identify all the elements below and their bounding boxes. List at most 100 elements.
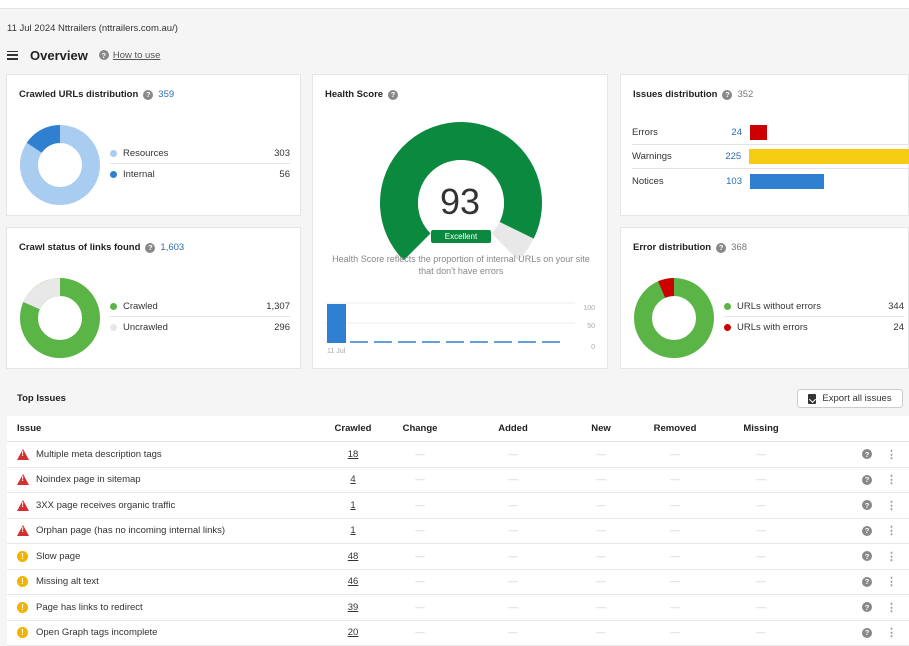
more-options-icon[interactable]: ⋮ (886, 601, 897, 614)
help-icon[interactable]: ? (388, 89, 399, 100)
issue-name[interactable]: ! Open Graph tags incomplete (7, 627, 321, 639)
help-icon[interactable]: ? (862, 576, 872, 587)
table-row[interactable]: Orphan page (has no incoming internal li… (7, 519, 909, 544)
column-removed[interactable]: Removed (631, 423, 719, 434)
new-value: — (596, 576, 606, 588)
crawl-status-card: Crawl status of links found ? 1,603 Craw… (6, 227, 301, 369)
issues-row-errors[interactable]: Errors 24 (632, 121, 909, 145)
legend-row-resources[interactable]: Resources 303 (110, 143, 290, 164)
table-row[interactable]: ! Missing alt text 46 — — — — — ? ⋮ (7, 570, 909, 595)
legend-row-crawled[interactable]: Crawled 1,307 (110, 296, 290, 317)
added-value: — (508, 499, 518, 511)
issue-name[interactable]: 3XX page receives organic traffic (7, 499, 321, 511)
help-icon[interactable]: ? (143, 89, 154, 100)
issue-name[interactable]: ! Slow page (7, 550, 321, 562)
help-icon[interactable]: ? (862, 551, 872, 562)
table-row[interactable]: Multiple meta description tags 18 — — — … (7, 442, 909, 468)
more-options-icon[interactable]: ⋮ (886, 550, 897, 563)
missing-value: — (756, 601, 766, 613)
error-distribution-donut (634, 278, 714, 358)
help-icon[interactable]: ? (722, 89, 733, 100)
table-row[interactable]: ! Slow page 48 — — — — — ? ⋮ (7, 544, 909, 570)
help-icon[interactable]: ? (98, 50, 109, 60)
legend-row-with-errors[interactable]: URLs with errors 24 (724, 317, 904, 338)
crawled-count-link[interactable]: 1 (321, 500, 385, 511)
column-change[interactable]: Change (385, 423, 455, 434)
added-value: — (508, 474, 518, 486)
table-row[interactable]: ! Open Graph tags incomplete 20 — — — — —… (7, 621, 909, 646)
page-title: Overview (30, 47, 88, 63)
more-options-icon[interactable]: ⋮ (886, 448, 897, 461)
issue-name[interactable]: Multiple meta description tags (7, 448, 321, 460)
help-icon[interactable]: ? (716, 242, 727, 253)
more-options-icon[interactable]: ⋮ (886, 575, 897, 588)
x-tick-date: 11 Jul (327, 348, 346, 355)
legend-dot (724, 324, 731, 331)
help-icon[interactable]: ? (862, 525, 872, 536)
crawled-count-link[interactable]: 46 (321, 576, 385, 587)
legend-dot (110, 149, 117, 157)
download-icon (808, 393, 817, 404)
issue-name[interactable]: Noindex page in sitemap (7, 474, 321, 486)
menu-icon[interactable] (7, 50, 18, 60)
column-issue[interactable]: Issue (7, 423, 321, 434)
crawled-count-link[interactable]: 48 (321, 551, 385, 562)
column-new[interactable]: New (571, 423, 631, 434)
top-issues-table: Issue Crawled Change Added New Removed M… (7, 416, 909, 646)
crawled-count-link[interactable]: 1 (321, 525, 385, 536)
more-options-icon[interactable]: ⋮ (886, 524, 897, 537)
crawled-count-link[interactable]: 39 (321, 602, 385, 613)
missing-value: — (756, 499, 766, 511)
crawled-urls-card: Crawled URLs distribution ? 359 Resource… (6, 74, 301, 216)
crawled-count-link[interactable]: 18 (321, 449, 385, 460)
column-added[interactable]: Added (455, 423, 571, 434)
column-crawled[interactable]: Crawled (321, 423, 385, 434)
crawled-count-link[interactable]: 20 (321, 627, 385, 638)
issues-row-notices[interactable]: Notices 103 (632, 169, 909, 193)
added-value: — (508, 448, 518, 460)
more-options-icon[interactable]: ⋮ (886, 499, 897, 512)
legend-row-uncrawled[interactable]: Uncrawled 296 (110, 317, 290, 338)
legend-dot (110, 171, 117, 178)
crawled-urls-total[interactable]: 359 (158, 89, 174, 100)
card-title: Crawled URLs distribution ? 359 (19, 89, 175, 100)
new-value: — (596, 474, 606, 486)
crawled-count-link[interactable]: 4 (321, 474, 385, 485)
legend-row-internal[interactable]: Internal 56 (110, 164, 290, 185)
issues-distribution-card: Issues distribution ? 352 Errors 24 Warn… (620, 74, 909, 216)
legend-dot (110, 302, 117, 310)
help-icon[interactable]: ? (862, 602, 872, 613)
help-icon[interactable]: ? (862, 449, 872, 460)
history-bar[interactable] (327, 304, 346, 343)
table-row[interactable]: ! Page has links to redirect 39 — — — — —… (7, 595, 909, 621)
legend-row-without-errors[interactable]: URLs without errors 344 (724, 296, 904, 317)
more-options-icon[interactable]: ⋮ (886, 473, 897, 486)
removed-value: — (670, 448, 680, 460)
column-missing[interactable]: Missing (719, 423, 803, 434)
more-options-icon[interactable]: ⋮ (886, 626, 897, 639)
added-value: — (508, 550, 518, 562)
issues-row-warnings[interactable]: Warnings 225 (632, 145, 909, 169)
issue-name[interactable]: ! Missing alt text (7, 576, 321, 588)
crawl-status-legend: Crawled 1,307 Uncrawled 296 (110, 296, 290, 338)
added-value: — (508, 601, 518, 613)
table-row[interactable]: Noindex page in sitemap 4 — — — — — ? ⋮ (7, 468, 909, 493)
crawled-urls-legend: Resources 303 Internal 56 (110, 143, 290, 185)
new-value: — (596, 448, 606, 460)
export-all-issues-button[interactable]: Export all issues (797, 389, 903, 408)
removed-value: — (670, 550, 680, 562)
help-icon[interactable]: ? (862, 500, 872, 511)
issue-name[interactable]: Orphan page (has no incoming internal li… (7, 525, 321, 537)
warning-icon: ! (17, 550, 28, 562)
error-icon (17, 448, 29, 460)
help-icon[interactable]: ? (862, 627, 872, 638)
how-to-use-link[interactable]: How to use (113, 50, 161, 61)
y-tick-50: 50 (587, 323, 595, 330)
y-tick-0: 0 (591, 344, 595, 351)
table-row[interactable]: 3XX page receives organic traffic 1 — — … (7, 493, 909, 519)
removed-value: — (670, 601, 680, 613)
issue-name[interactable]: ! Page has links to redirect (7, 601, 321, 613)
help-icon[interactable]: ? (145, 242, 156, 253)
help-icon[interactable]: ? (862, 474, 872, 485)
crawl-status-total[interactable]: 1,603 (160, 242, 184, 253)
